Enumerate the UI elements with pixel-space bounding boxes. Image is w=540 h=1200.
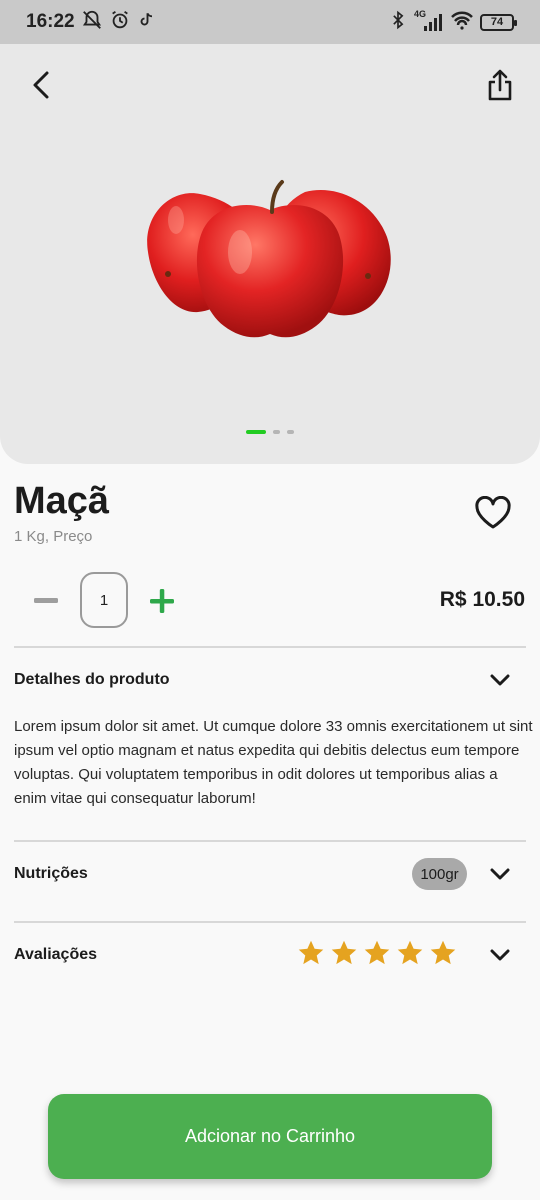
bluetooth-icon <box>388 9 408 36</box>
product-description: Lorem ipsum dolor sit amet. Ut cumque do… <box>14 718 533 807</box>
share-button[interactable] <box>482 66 518 104</box>
heart-icon <box>475 496 511 529</box>
star-icon <box>362 938 392 968</box>
minus-icon <box>34 598 58 603</box>
chevron-down-icon[interactable] <box>486 943 514 967</box>
carousel-dot[interactable] <box>273 430 280 434</box>
status-time: 16:22 <box>26 11 75 32</box>
decrease-quantity-button[interactable] <box>30 586 62 616</box>
status-bar: 16:22 4G 74 <box>0 0 540 44</box>
apple-image <box>147 180 391 338</box>
divider <box>14 921 526 923</box>
section-reviews[interactable]: Avaliações <box>0 935 540 975</box>
star-icon <box>395 938 425 968</box>
chevron-left-icon <box>33 71 49 99</box>
section-label: Avaliações <box>14 946 98 963</box>
section-label: Detalhes do produto <box>14 671 170 688</box>
product-price: R$ 10.50 <box>439 588 525 611</box>
mute-icon <box>81 9 103 36</box>
favorite-button[interactable] <box>472 494 514 532</box>
star-icon <box>296 938 326 968</box>
alarm-icon <box>109 9 131 36</box>
product-subtitle: 1 Kg, Preço <box>14 528 93 545</box>
product-title: Maçã <box>14 480 110 522</box>
rating-stars <box>296 938 458 968</box>
divider <box>14 840 526 842</box>
increase-quantity-button[interactable] <box>146 586 178 616</box>
star-icon <box>329 938 359 968</box>
plus-icon <box>150 589 174 613</box>
section-label: Nutrições <box>14 865 88 882</box>
chevron-up-icon[interactable] <box>486 668 514 692</box>
back-button[interactable] <box>24 68 58 102</box>
share-icon <box>488 69 512 101</box>
quantity-value[interactable]: 1 <box>80 572 128 628</box>
nutrition-badge: 100gr <box>412 858 467 890</box>
star-icon <box>428 938 458 968</box>
wifi-icon <box>450 10 474 35</box>
signal-icon: 4G <box>414 9 444 33</box>
chevron-down-icon[interactable] <box>486 862 514 886</box>
product-image-carousel[interactable] <box>0 44 540 464</box>
divider <box>14 646 526 648</box>
carousel-dot[interactable] <box>287 430 294 434</box>
carousel-dot-active[interactable] <box>246 430 266 434</box>
add-to-cart-button[interactable]: Adcionar no Carrinho <box>48 1094 492 1179</box>
carousel-indicator <box>0 430 540 434</box>
section-product-details[interactable]: Detalhes do produto <box>0 660 540 700</box>
tiktok-icon <box>137 10 155 35</box>
battery-icon: 74 <box>480 13 517 31</box>
